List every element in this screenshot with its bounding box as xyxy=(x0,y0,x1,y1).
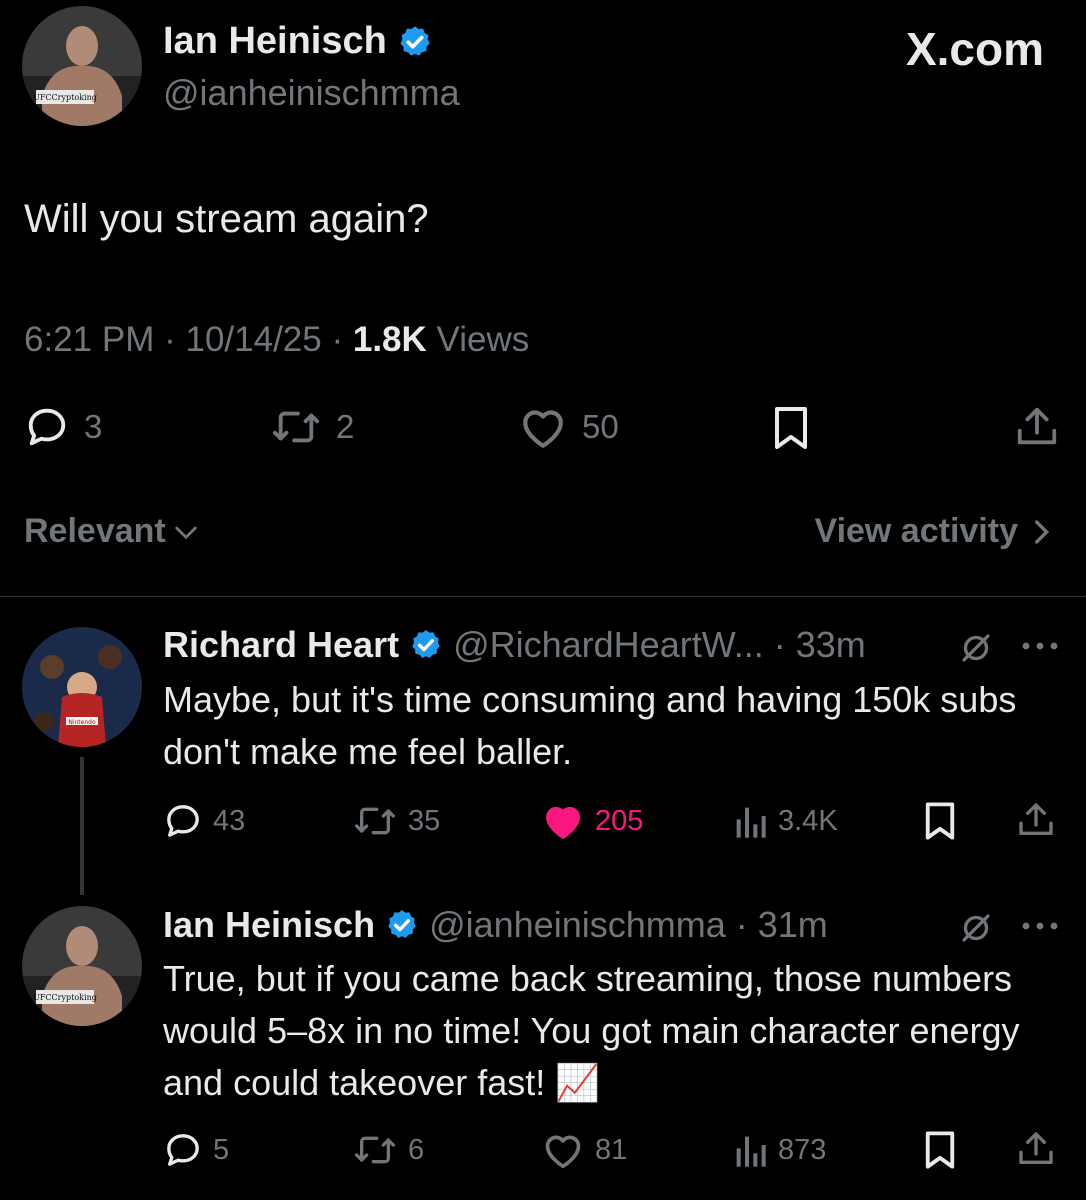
verified-badge-icon xyxy=(385,908,419,942)
reply-icon xyxy=(163,801,203,841)
grok-icon[interactable] xyxy=(958,910,994,946)
like-count: 50 xyxy=(582,408,619,445)
reply-header: Ian Heinisch @ianheinischmma · 31m xyxy=(163,904,828,946)
reply-text: Maybe, but it's time consuming and havin… xyxy=(163,679,1017,772)
reply-count: 3 xyxy=(84,408,103,445)
reply-count: 43 xyxy=(213,804,246,837)
reply-button[interactable]: 43 xyxy=(163,801,245,841)
bookmark-button[interactable] xyxy=(770,404,812,452)
brand-logo: X.com xyxy=(905,23,1044,75)
like-icon xyxy=(518,404,568,450)
tweet-text: Will you stream again? xyxy=(24,197,429,241)
reply-text: True, but if you came back streaming, th… xyxy=(163,953,1043,1109)
bookmark-icon[interactable] xyxy=(922,800,958,842)
avatar[interactable]: UFCCryptoking xyxy=(22,6,142,126)
avatar-caption: UFCCryptoking xyxy=(33,993,97,1002)
author-handle[interactable]: @ianheinischmma xyxy=(429,904,726,946)
view-activity-label: View activity xyxy=(814,512,1019,550)
views-button[interactable]: 3.4K xyxy=(732,801,838,841)
author-name[interactable]: Richard Heart xyxy=(163,624,399,666)
author-name-row[interactable]: Ian Heinisch xyxy=(163,20,433,63)
verified-badge-icon xyxy=(409,628,443,662)
tweet-time[interactable]: 6:21 PM xyxy=(24,320,154,359)
avatar-caption: UFCCryptoking xyxy=(33,93,97,102)
reply-count: 5 xyxy=(213,1133,230,1166)
author-name[interactable]: Ian Heinisch xyxy=(163,904,375,946)
views-count: 3.4K xyxy=(778,804,838,837)
sort-dropdown[interactable]: Relevant xyxy=(24,512,202,551)
share-button[interactable] xyxy=(1014,404,1060,450)
avatar-caption: Nintendo xyxy=(68,719,96,726)
tweet-date[interactable]: 10/14/25 xyxy=(185,320,321,359)
reply-button[interactable]: 5 xyxy=(163,1130,229,1170)
bookmark-icon[interactable] xyxy=(922,1129,958,1171)
divider xyxy=(0,596,1086,597)
verified-badge-icon xyxy=(397,24,433,60)
reply-button[interactable]: 3 xyxy=(24,404,102,450)
views-icon xyxy=(732,801,768,841)
like-count: 81 xyxy=(595,1133,628,1166)
avatar[interactable]: UFCCryptoking xyxy=(22,906,142,1026)
repost-count: 35 xyxy=(408,804,441,837)
chevron-down-icon xyxy=(170,516,202,548)
author-handle[interactable]: @RichardHeartW... xyxy=(453,624,764,666)
like-icon xyxy=(541,801,585,841)
chart-increasing-emoji: 📈 xyxy=(555,1062,601,1103)
repost-count: 2 xyxy=(336,408,355,445)
share-icon[interactable] xyxy=(1016,800,1056,840)
like-button[interactable]: 50 xyxy=(518,404,619,450)
chevron-right-icon xyxy=(1028,515,1054,549)
bookmark-icon xyxy=(770,404,812,452)
views-count: 873 xyxy=(778,1133,827,1166)
like-button[interactable]: 81 xyxy=(541,1130,627,1170)
like-icon xyxy=(541,1130,585,1170)
author-handle[interactable]: @ianheinischmma xyxy=(163,72,460,114)
repost-icon xyxy=(352,801,398,841)
repost-button[interactable]: 2 xyxy=(270,404,354,450)
thread-line xyxy=(80,757,84,895)
views-label: Views xyxy=(436,320,530,359)
share-icon xyxy=(1014,404,1060,450)
repost-icon xyxy=(270,404,322,450)
share-icon[interactable] xyxy=(1016,1129,1056,1169)
reply-icon xyxy=(163,1130,203,1170)
reply-header: Richard Heart @RichardHeartW... · 33m xyxy=(163,624,866,666)
like-button[interactable]: 205 xyxy=(541,801,643,841)
repost-button[interactable]: 6 xyxy=(352,1130,424,1170)
grok-icon[interactable] xyxy=(958,630,994,666)
reply-icon xyxy=(24,404,70,450)
like-count: 205 xyxy=(595,804,644,837)
sort-label: Relevant xyxy=(24,512,166,550)
view-activity-link[interactable]: View activity xyxy=(815,512,1055,551)
tweet-meta: 6:21 PM · 10/14/25 · 1.8K Views xyxy=(24,320,530,359)
more-icon[interactable] xyxy=(1020,920,1060,932)
views-icon xyxy=(732,1130,768,1170)
views-count: 1.8K xyxy=(352,320,427,359)
reply-time[interactable]: 33m xyxy=(796,624,866,666)
repost-button[interactable]: 35 xyxy=(352,801,440,841)
repost-count: 6 xyxy=(408,1133,425,1166)
repost-icon xyxy=(352,1130,398,1170)
avatar[interactable]: Nintendo xyxy=(22,627,142,747)
more-icon[interactable] xyxy=(1020,640,1060,652)
views-button[interactable]: 873 xyxy=(732,1130,826,1170)
author-name[interactable]: Ian Heinisch xyxy=(163,20,387,63)
reply-time[interactable]: 31m xyxy=(758,904,828,946)
